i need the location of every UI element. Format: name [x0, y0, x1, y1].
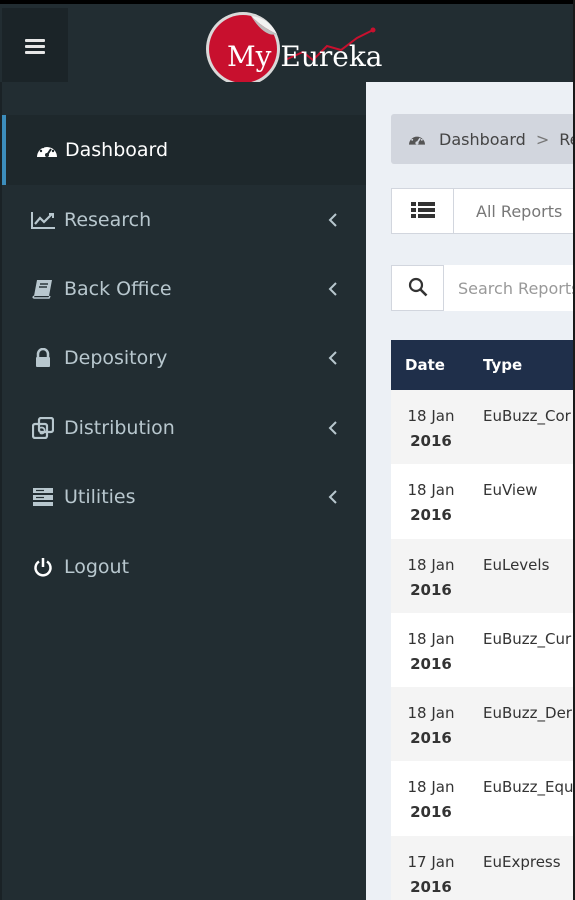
- sidebar: Dashboard Research Back Office Depositor…: [0, 82, 366, 900]
- hamburger-icon: [25, 39, 45, 55]
- column-header-date[interactable]: Date: [405, 356, 445, 374]
- search-icon: [408, 277, 428, 300]
- dashboard-icon: [407, 129, 427, 149]
- report-date: 18 Jan 2016: [407, 555, 455, 599]
- search-input[interactable]: [444, 265, 575, 311]
- report-date: 17 Jan 2016: [407, 852, 455, 896]
- sidebar-item-dashboard[interactable]: Dashboard: [2, 115, 366, 185]
- report-type: EuExpress: [483, 852, 561, 871]
- sidebar-item-research[interactable]: Research: [2, 185, 366, 255]
- column-header-type[interactable]: Type: [483, 356, 522, 374]
- logo-text: My Eureka: [227, 40, 383, 73]
- table-row[interactable]: 18 Jan 2016 EuBuzz_Cur: [391, 612, 575, 688]
- sidebar-item-label: Logout: [64, 556, 130, 578]
- sidebar-item-label: Dashboard: [65, 139, 169, 161]
- table-row[interactable]: 18 Jan 2016 EuBuzz_Der: [391, 687, 575, 762]
- top-bar: My Eureka: [0, 0, 575, 86]
- list-view-button[interactable]: [392, 189, 454, 233]
- power-icon: [30, 554, 56, 580]
- breadcrumb: Dashboard > Re: [391, 114, 575, 164]
- search-button[interactable]: [392, 266, 444, 310]
- sidebar-item-label: Utilities: [64, 486, 136, 508]
- report-type: EuBuzz_Equ: [483, 778, 574, 797]
- sidebar-item-depository[interactable]: Depository: [2, 323, 366, 393]
- sidebar-item-label: Depository: [64, 347, 168, 369]
- line-chart-icon: [30, 207, 56, 233]
- report-type: EuView: [483, 481, 538, 500]
- menu-toggle-button[interactable]: [2, 8, 68, 86]
- report-type: EuBuzz_Cur: [483, 629, 572, 648]
- breadcrumb-home-link[interactable]: Dashboard: [439, 130, 526, 149]
- sidebar-item-label: Distribution: [64, 417, 175, 439]
- sidebar-item-logout[interactable]: Logout: [2, 532, 366, 602]
- report-date: 18 Jan 2016: [407, 778, 455, 822]
- chevron-left-icon: [326, 351, 340, 365]
- chevron-left-icon: [326, 421, 340, 435]
- table-row[interactable]: 18 Jan 2016 EuLevels: [391, 538, 575, 613]
- book-icon: [30, 276, 56, 302]
- table-header: Date Type: [391, 340, 575, 390]
- sidebar-item-utilities[interactable]: Utilities: [2, 462, 366, 532]
- dashboard-icon: [34, 137, 60, 163]
- sidebar-item-back-office[interactable]: Back Office: [2, 254, 366, 324]
- chevron-left-icon: [326, 213, 340, 227]
- clone-icon: [30, 415, 56, 441]
- table-row[interactable]: 17 Jan 2016 EuExpress: [391, 835, 575, 900]
- chevron-left-icon: [326, 282, 340, 296]
- table-row[interactable]: 18 Jan 2016 EuView: [391, 464, 575, 539]
- report-type-select[interactable]: All Reports: [476, 202, 562, 221]
- table-row[interactable]: 18 Jan 2016 EuBuzz_Equ: [391, 761, 575, 836]
- report-type: EuBuzz_Cor: [483, 407, 571, 425]
- report-date: 18 Jan 2016: [407, 704, 455, 748]
- lock-icon: [30, 345, 56, 371]
- report-date: 18 Jan 2016: [407, 629, 455, 673]
- reports-table: Date Type 18 Jan 2016 EuBuzz_Cor 18 Jan 20…: [391, 340, 575, 900]
- report-filter: All Reports: [391, 188, 575, 234]
- logo[interactable]: My Eureka: [203, 8, 383, 86]
- sidebar-item-label: Research: [64, 209, 152, 231]
- search-bar: [391, 265, 575, 311]
- sidebar-item-label: Back Office: [64, 278, 172, 300]
- main-content: Dashboard > Re All Reports: [366, 82, 575, 900]
- chevron-left-icon: [326, 490, 340, 504]
- report-type: EuLevels: [483, 555, 550, 574]
- server-icon: [30, 484, 56, 510]
- list-icon: [410, 201, 435, 222]
- breadcrumb-separator: >: [535, 129, 550, 149]
- report-type: EuBuzz_Der: [483, 704, 572, 723]
- table-row[interactable]: 18 Jan 2016 EuBuzz_Cor: [391, 390, 575, 465]
- sidebar-item-distribution[interactable]: Distribution: [2, 393, 366, 463]
- report-date: 18 Jan 2016: [407, 481, 455, 525]
- report-date: 18 Jan 2016: [407, 407, 455, 450]
